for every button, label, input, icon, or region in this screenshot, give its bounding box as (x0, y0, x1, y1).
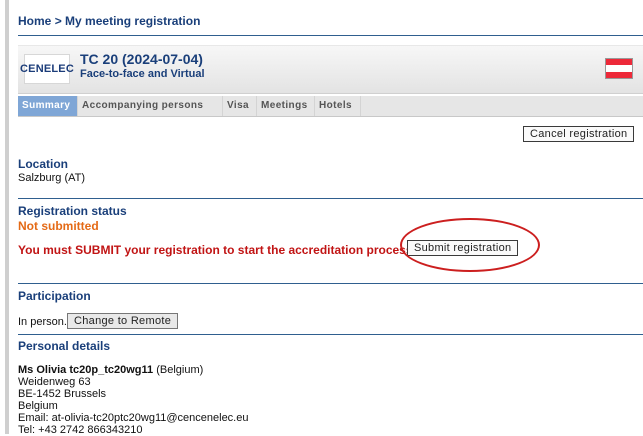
meeting-header: CENELEC TC 20 (2024-07-04) Face-to-face … (18, 45, 643, 94)
highlight-ellipse (400, 218, 540, 272)
location-title: Location (18, 157, 68, 171)
submit-warning-message: You must SUBMIT your registration to sta… (18, 243, 417, 257)
phone-line: Tel: +43 2742 866343210 (18, 424, 143, 436)
section-divider (18, 198, 643, 199)
participation-title: Participation (18, 289, 91, 303)
cancel-registration-button[interactable]: Cancel registration (523, 126, 635, 142)
section-divider (18, 283, 643, 284)
breadcrumb-current: My meeting registration (65, 14, 201, 28)
breadcrumb-separator: > (54, 14, 62, 28)
person-name-line: Ms Olivia tc20p_tc20wg11 (Belgium) (18, 364, 203, 376)
address-street: Weidenweg 63 (18, 376, 91, 388)
personal-details-title: Personal details (18, 339, 111, 353)
change-to-remote-button[interactable]: Change to Remote (67, 313, 179, 329)
tab-bar: Summary Accompanying persons Visa Meetin… (18, 96, 643, 117)
registration-page: Home > My meeting registration CENELEC T… (18, 0, 643, 436)
tab-meetings[interactable]: Meetings (257, 96, 315, 116)
tab-hotels[interactable]: Hotels (315, 96, 361, 116)
tab-visa[interactable]: Visa (223, 96, 257, 116)
person-country-paren: (Belgium) (156, 364, 204, 376)
breadcrumb: Home > My meeting registration (18, 14, 200, 28)
section-divider (18, 334, 643, 335)
person-name: Ms Olivia tc20p_tc20wg11 (18, 364, 154, 376)
breadcrumb-divider (18, 35, 643, 36)
tab-summary[interactable]: Summary (18, 96, 78, 116)
email-line: Email: at-olivia-tc20ptc20wg11@cencenele… (18, 412, 249, 424)
participation-mode: In person. (18, 316, 67, 328)
address-country: Belgium (18, 400, 58, 412)
austria-flag-icon (605, 58, 633, 79)
status-value: Not submitted (18, 219, 99, 233)
registration-status-title: Registration status (18, 204, 127, 218)
location-value: Salzburg (AT) (18, 172, 86, 184)
address-city: BE-1452 Brussels (18, 388, 107, 400)
cenelec-logo: CENELEC (20, 54, 74, 84)
meeting-type: Face-to-face and Virtual (80, 68, 205, 80)
breadcrumb-home-link[interactable]: Home (18, 14, 51, 28)
tab-accompanying-persons[interactable]: Accompanying persons (78, 96, 223, 116)
left-border (5, 0, 9, 434)
meeting-title: TC 20 (2024-07-04) (80, 51, 203, 67)
